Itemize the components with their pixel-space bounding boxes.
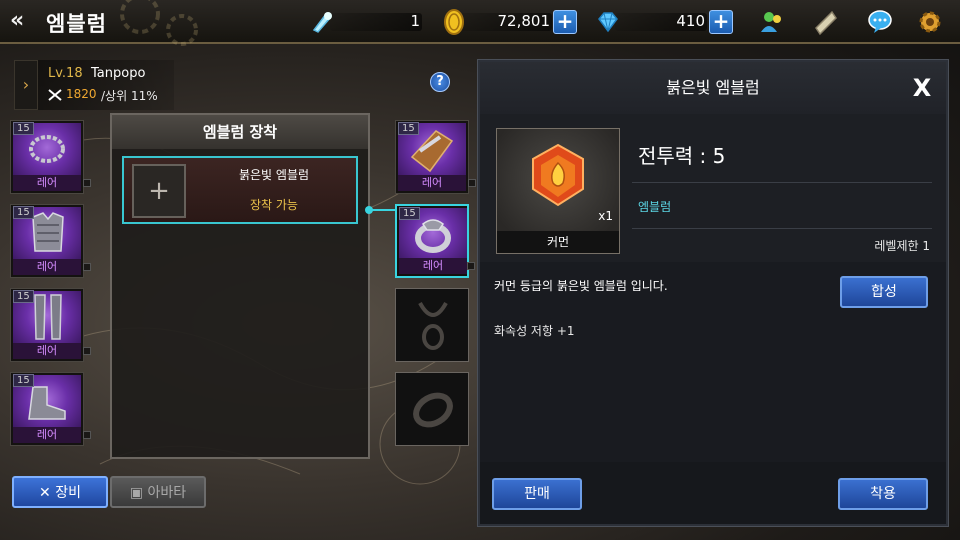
item-icon-box: x1 커먼 <box>496 128 620 254</box>
mail-icon[interactable] <box>812 8 840 36</box>
slot-grade: 레어 <box>13 343 81 359</box>
ring-outline-icon <box>413 392 453 428</box>
crossed-swords-icon <box>48 89 62 101</box>
equip-slot-amulet-empty[interactable] <box>395 288 469 362</box>
sell-button[interactable]: 판매 <box>492 478 582 510</box>
connector-dot <box>365 206 373 214</box>
gold-value: 72,801 <box>497 12 551 30</box>
tab-avatar[interactable]: ▣ 아바타 <box>110 476 206 508</box>
equip-slot-ring[interactable]: 15 레어 <box>395 204 475 278</box>
lock-indicator <box>83 179 91 187</box>
energy-value: 1 <box>410 12 420 30</box>
tab-avatar-label: 아바타 <box>147 485 187 501</box>
emblem-name: 붉은빛 엠블럼 <box>238 168 310 182</box>
slot-grade: 레어 <box>399 258 467 274</box>
settings-gear-icon[interactable] <box>916 8 944 36</box>
item-quantity: x1 <box>598 209 613 223</box>
equip-button[interactable]: 착용 <box>838 478 928 510</box>
item-description: 커먼 등급의 붉은빛 엠블럼 입니다. <box>494 279 668 293</box>
gear-decoration-icon <box>120 0 198 46</box>
equip-slot-gauntlet[interactable]: 15 레어 <box>395 120 476 194</box>
chat-icon[interactable] <box>866 8 894 36</box>
add-gold-button[interactable]: + <box>553 10 577 34</box>
slot-level: 15 <box>398 122 419 135</box>
equip-slot-chest[interactable]: 15 레어 <box>10 204 91 278</box>
emblem-card[interactable]: + 붉은빛 엠블럼 장착 가능 <box>122 156 358 224</box>
slot-grade: 레어 <box>13 427 81 443</box>
equip-slot-legs[interactable]: 15 레어 <box>10 288 91 362</box>
equip-slot-necklace[interactable]: 15 레어 <box>10 120 91 194</box>
emblem-status: 장착 가능 <box>250 198 298 212</box>
slot-grade: 레어 <box>13 175 81 191</box>
tab-equipment-label: 장비 <box>55 485 81 501</box>
rank-percentile: /상위 11% <box>101 89 158 103</box>
slot-level: 15 <box>13 122 34 135</box>
slot-level: 15 <box>13 374 34 387</box>
character-name: Tanpopo <box>91 66 146 81</box>
lock-indicator <box>83 263 91 271</box>
red-emblem-icon <box>532 143 584 207</box>
gem-value: 410 <box>676 12 705 30</box>
slot-level: 15 <box>399 207 420 220</box>
energy-icon <box>312 12 332 33</box>
friends-icon[interactable] <box>758 8 786 36</box>
lock-indicator <box>467 262 475 270</box>
equip-panel-title: 엠블럼 장착 <box>112 115 368 149</box>
tab-equipment[interactable]: ✕ 장비 <box>12 476 108 508</box>
item-combat-power: 전투력 : 5 <box>638 144 726 168</box>
add-gem-button[interactable]: + <box>709 10 733 34</box>
equip-slot-ring-empty[interactable] <box>395 372 469 446</box>
combat-power: 1820 <box>66 87 97 101</box>
page-title: 엠블럼 <box>46 12 107 36</box>
detail-title: 붉은빛 엠블럼 <box>480 62 946 114</box>
diamond-icon <box>598 12 618 33</box>
amulet-outline-icon <box>418 301 448 350</box>
back-arrow-icon[interactable]: « <box>10 8 40 34</box>
add-emblem-button[interactable]: + <box>132 164 186 218</box>
item-detail-panel: 붉은빛 엠블럼 X x1 커먼 전투력 : 5 엠블럼 레벨제한 1 커먼 등급… <box>477 59 949 527</box>
divider <box>632 228 932 229</box>
expand-arrow-icon[interactable]: › <box>14 60 38 110</box>
synthesize-button[interactable]: 합성 <box>840 276 928 308</box>
top-bar: « 엠블럼 1 72,801 + 410 + <box>0 0 960 46</box>
necklace-chain-icon <box>29 135 65 163</box>
ring-icon <box>415 219 451 253</box>
character-level: Lv.18 <box>48 66 83 81</box>
divider <box>632 182 932 183</box>
slot-grade: 레어 <box>13 259 81 275</box>
lock-indicator <box>83 431 91 439</box>
item-grade: 커먼 <box>497 231 619 253</box>
close-icon[interactable]: X <box>908 74 936 102</box>
avatar-shirt-icon: ▣ <box>129 485 144 501</box>
slot-grade: 레어 <box>398 175 466 191</box>
crossed-swords-icon: ✕ <box>39 485 51 501</box>
help-icon[interactable]: ? <box>430 72 450 92</box>
item-type: 엠블럼 <box>638 200 672 214</box>
lock-indicator <box>83 347 91 355</box>
item-stat: 화속성 저항 +1 <box>494 324 575 338</box>
emblem-equip-panel: 엠블럼 장착 + 붉은빛 엠블럼 장착 가능 <box>110 113 370 459</box>
gold-coin-icon <box>444 9 464 35</box>
boots-icon <box>28 386 66 420</box>
slot-level: 15 <box>13 290 34 303</box>
equip-slot-boots[interactable]: 15 레어 <box>10 372 91 446</box>
level-requirement: 레벨제한 1 <box>874 239 930 253</box>
slot-level: 15 <box>13 206 34 219</box>
lock-indicator <box>468 179 476 187</box>
